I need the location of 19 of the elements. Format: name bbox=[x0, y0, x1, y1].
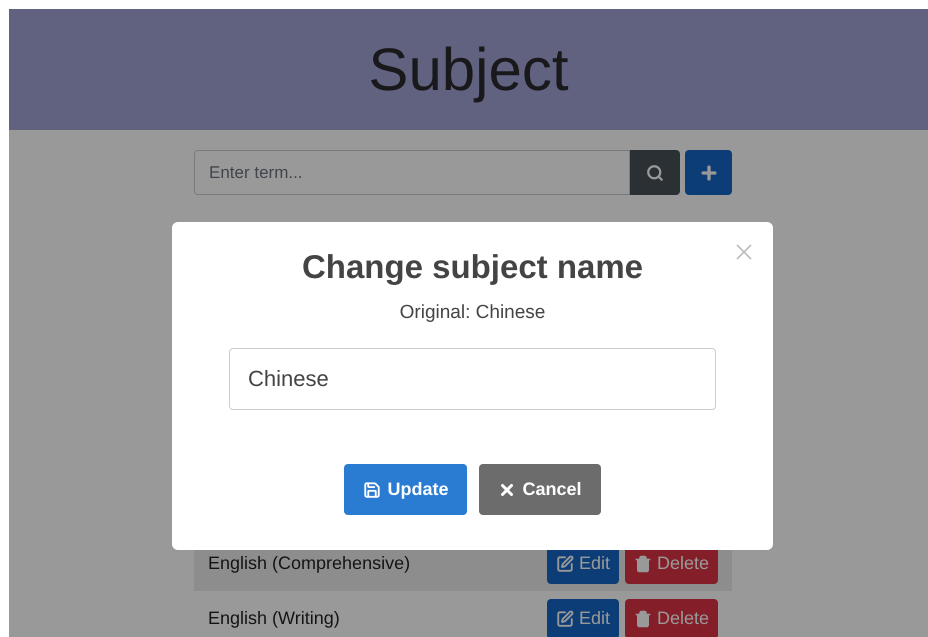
subject-name-field[interactable]: Chinese bbox=[229, 348, 716, 410]
original-name-text: Original: Chinese bbox=[400, 302, 546, 324]
edit-icon bbox=[556, 554, 574, 572]
search-icon bbox=[646, 164, 664, 182]
trash-icon bbox=[634, 610, 652, 628]
delete-button[interactable]: Delete bbox=[624, 598, 718, 637]
trash-icon bbox=[634, 554, 652, 572]
search-field[interactable]: Enter term... bbox=[194, 150, 630, 195]
subject-name: English (Writing) bbox=[208, 608, 341, 629]
page-title: Subject bbox=[368, 35, 569, 104]
plus-icon bbox=[698, 162, 718, 182]
update-button[interactable]: Update bbox=[344, 464, 468, 515]
edit-icon bbox=[556, 610, 574, 628]
subject-name: English (Comprehensive) bbox=[208, 553, 412, 574]
search-button[interactable] bbox=[630, 150, 680, 195]
edit-button[interactable]: Edit bbox=[546, 598, 619, 637]
modal-title: Change subject name bbox=[302, 248, 644, 286]
cancel-button[interactable]: Cancel bbox=[479, 464, 601, 515]
add-button[interactable] bbox=[685, 150, 732, 195]
